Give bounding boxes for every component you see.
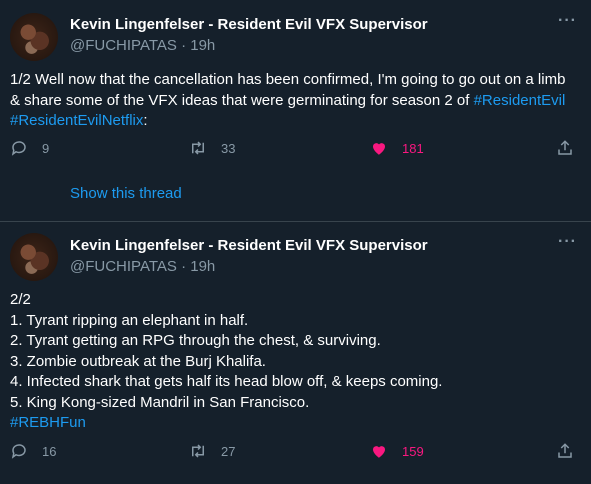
tweet-text-end: :: [143, 112, 148, 129]
reply-button[interactable]: 16: [10, 442, 56, 460]
tweet-2[interactable]: Kevin Lingenfelser - Resident Evil VFX S…: [0, 222, 591, 484]
more-options-icon[interactable]: ···: [558, 12, 577, 30]
reply-button[interactable]: 9: [10, 139, 49, 157]
tweet-text: 2/2 1. Tyrant ripping an elephant in hal…: [10, 290, 579, 434]
heart-filled-icon: [373, 446, 385, 458]
reply-count: 9: [42, 140, 50, 156]
tweet-line: 1. Tyrant ripping an elephant in half.: [10, 311, 249, 329]
retweet-count: 33: [221, 140, 236, 156]
retweet-icon: [192, 444, 204, 458]
tweet-actions: 9 33 181: [0, 139, 591, 159]
author-name[interactable]: Kevin Lingenfelser - Resident Evil VFX S…: [70, 237, 428, 254]
avatar[interactable]: [10, 233, 58, 281]
author-handle-time[interactable]: @FUCHIPATAS · 19h: [70, 258, 215, 275]
hashtag-link[interactable]: #ResidentEvilNetflix: [10, 112, 143, 129]
tweet-line: 3. Zombie outbreak at the Burj Khalifa.: [10, 352, 266, 370]
author-name[interactable]: Kevin Lingenfelser - Resident Evil VFX S…: [70, 16, 428, 33]
avatar[interactable]: [10, 13, 58, 61]
retweet-count: 27: [221, 443, 236, 459]
like-count: 181: [402, 140, 424, 156]
hashtag-link[interactable]: #REBHFun: [10, 413, 579, 434]
tweet-line: 5. King Kong-sized Mandril in San Franci…: [10, 393, 310, 411]
author-handle-time[interactable]: @FUCHIPATAS · 19h: [70, 37, 215, 54]
retweet-icon: [192, 141, 204, 155]
retweet-button[interactable]: 27: [189, 442, 235, 460]
tweet-line: 2. Tyrant getting an RPG through the che…: [10, 332, 381, 349]
tweet-text: 1/2 Well now that the cancellation has b…: [10, 70, 579, 132]
like-count: 159: [402, 443, 424, 459]
tweet-1[interactable]: Kevin Lingenfelser - Resident Evil VFX S…: [0, 0, 591, 222]
share-button[interactable]: [556, 442, 574, 460]
reply-icon: [11, 444, 26, 459]
retweet-button[interactable]: 33: [189, 139, 235, 157]
share-icon: [558, 443, 572, 458]
share-button[interactable]: [556, 139, 574, 157]
show-thread-link[interactable]: Show this thread: [70, 185, 182, 202]
share-icon: [558, 140, 572, 155]
reply-count: 16: [42, 443, 57, 459]
like-button[interactable]: 181: [370, 139, 424, 157]
tweet-line: 4. Infected shark that gets half its hea…: [10, 373, 443, 390]
tweet-line: 2/2: [10, 291, 31, 308]
like-button[interactable]: 159: [370, 442, 424, 460]
tweet-actions: 16 27 159: [0, 442, 591, 462]
more-options-icon[interactable]: ···: [558, 233, 577, 251]
hashtag-link[interactable]: #ResidentEvil: [474, 92, 566, 109]
reply-icon: [11, 141, 26, 156]
heart-filled-icon: [373, 143, 385, 155]
